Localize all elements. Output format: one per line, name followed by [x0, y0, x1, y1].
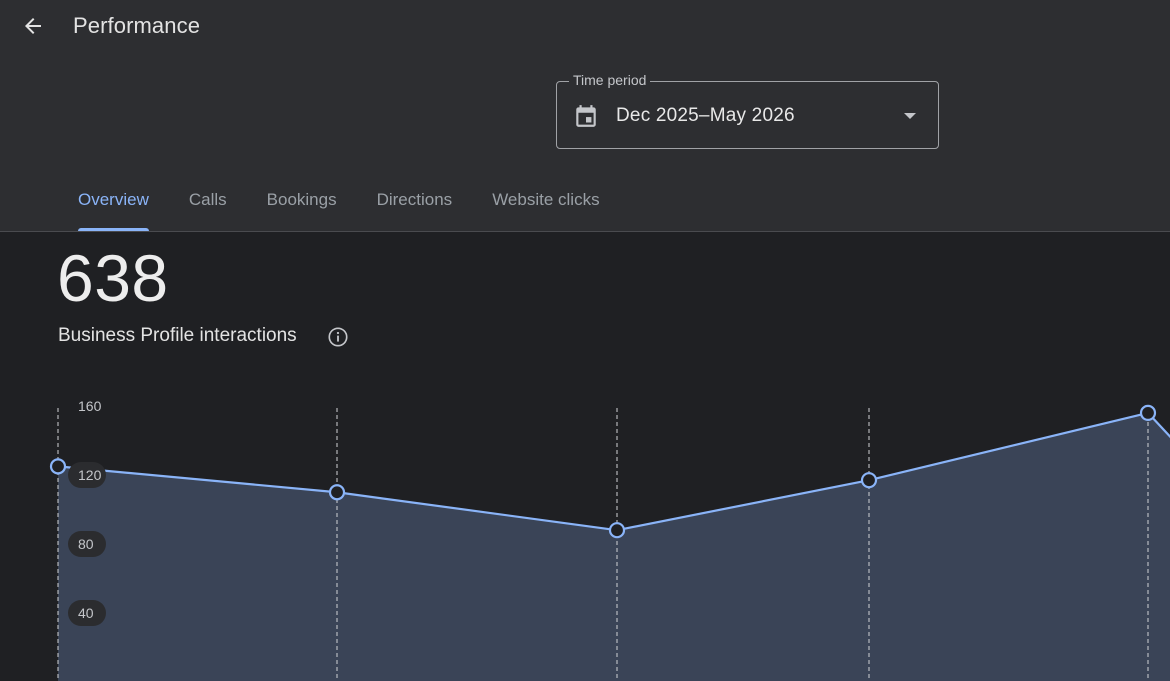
time-period-value: Dec 2025–May 2026	[616, 105, 795, 126]
tab-calls[interactable]: Calls	[169, 170, 247, 231]
data-point-0[interactable]	[49, 458, 67, 475]
dropdown-arrow-icon	[904, 113, 916, 119]
y-tick-label-120: 120	[78, 467, 102, 483]
tab-directions[interactable]: Directions	[357, 170, 473, 231]
time-period-select[interactable]: Time period Dec 2025–May 2026	[556, 72, 939, 149]
data-point-1[interactable]	[328, 484, 346, 501]
tab-bar: Overview Calls Bookings Directions Websi…	[58, 170, 620, 231]
chart-area	[58, 412, 1170, 681]
tab-website-clicks[interactable]: Website clicks	[472, 170, 619, 231]
header: Performance Time period Dec 2025–May 202…	[0, 0, 1170, 232]
data-point-4[interactable]	[1139, 404, 1157, 421]
time-period-label: Time period	[569, 72, 651, 88]
info-icon[interactable]	[327, 326, 349, 348]
y-tick-label-40: 40	[78, 605, 94, 621]
tab-bookings[interactable]: Bookings	[247, 170, 357, 231]
y-tick-label-80: 80	[78, 536, 94, 552]
back-button[interactable]	[12, 6, 54, 46]
calendar-icon	[576, 105, 596, 127]
data-point-2[interactable]	[608, 522, 626, 539]
metric-label: Business Profile interactions	[58, 325, 297, 346]
interactions-chart: 160 120 80 40	[49, 398, 1170, 681]
page-title: Performance	[73, 13, 201, 38]
metric-value: 638	[57, 241, 169, 315]
y-tick-label-160: 160	[78, 398, 102, 414]
tab-overview[interactable]: Overview	[58, 170, 169, 231]
arrow-back-icon	[25, 18, 41, 34]
data-point-3[interactable]	[860, 472, 878, 489]
